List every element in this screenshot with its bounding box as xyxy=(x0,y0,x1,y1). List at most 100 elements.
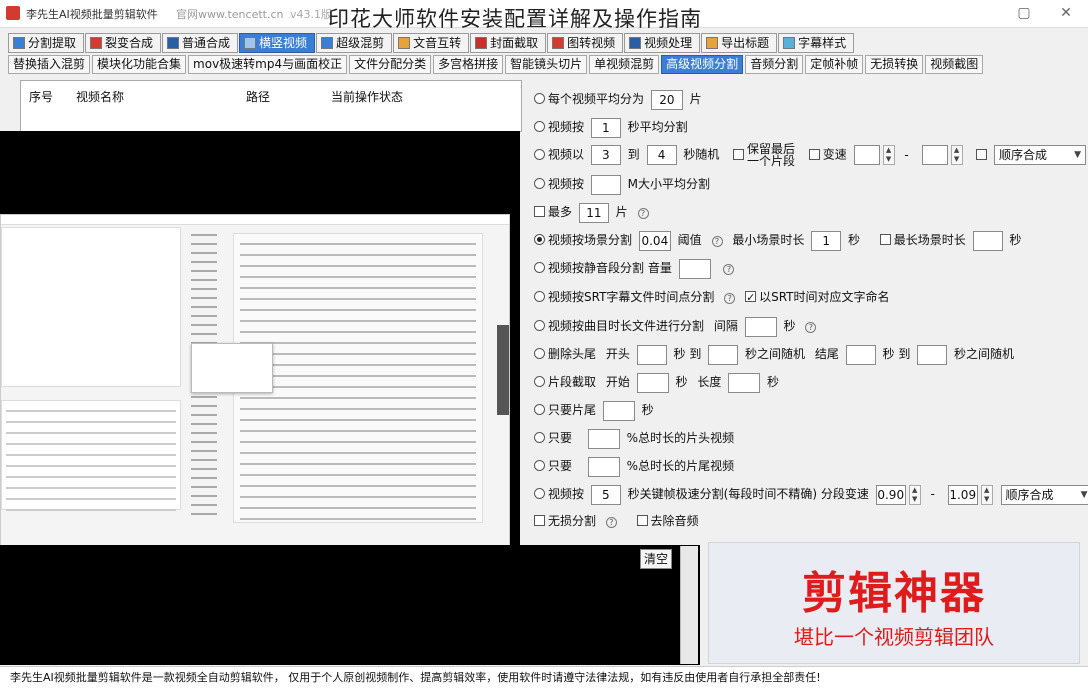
tab-single-mix[interactable]: 单视频混剪 xyxy=(589,55,660,74)
random-max-input[interactable]: 4 xyxy=(646,145,677,165)
tab-split-extract[interactable]: 分割提取 xyxy=(8,33,85,53)
head-max-input[interactable] xyxy=(708,344,739,365)
clip-start-input[interactable] xyxy=(636,372,669,393)
tab-advanced-split[interactable]: 高级视频分割 xyxy=(661,55,744,74)
help-icon[interactable]: ? xyxy=(711,236,723,247)
tail-seconds-input[interactable] xyxy=(602,400,635,421)
radio-scene-split[interactable] xyxy=(534,234,545,245)
radio-keyframe-split[interactable] xyxy=(534,488,545,499)
head-min-input[interactable] xyxy=(636,344,667,365)
size-input[interactable] xyxy=(590,174,621,195)
speed-max-input[interactable] xyxy=(921,145,948,165)
tab-export-title[interactable]: 导出标题 xyxy=(701,33,778,53)
col-path[interactable]: 路径 xyxy=(246,88,270,105)
interval-input[interactable] xyxy=(744,316,777,337)
tab-landscape-portrait[interactable]: 横竖视频 xyxy=(239,33,316,53)
seconds-input[interactable]: 1 xyxy=(590,117,621,138)
speed-min-input[interactable] xyxy=(853,145,880,165)
keep-last-checkbox[interactable] xyxy=(733,148,745,160)
help-icon[interactable]: ? xyxy=(724,293,736,304)
tab-modules[interactable]: 模块化功能合集 xyxy=(92,55,187,74)
tab-grid-splice[interactable]: 多宫格拼接 xyxy=(433,55,504,74)
log-area[interactable] xyxy=(0,545,700,665)
tab-text-audio[interactable]: 文音互转 xyxy=(393,33,470,53)
max-pieces-checkbox[interactable] xyxy=(534,206,545,217)
help-icon[interactable]: ? xyxy=(723,264,735,275)
lossless-checkbox[interactable] xyxy=(534,515,545,526)
radio-tail-percent[interactable] xyxy=(534,460,545,471)
radio-track-split[interactable] xyxy=(534,320,545,331)
tab-file-assign[interactable]: 文件分配分类 xyxy=(349,55,432,74)
row-tail-percent: 只要 %总时长的片尾视频 xyxy=(534,455,734,479)
min-scene-input[interactable]: 1 xyxy=(811,230,842,251)
radio-seconds-split[interactable] xyxy=(534,121,545,132)
tab-fission-merge[interactable]: 裂变合成 xyxy=(85,33,162,53)
promo-banner[interactable]: 剪辑神器 堪比一个视频剪辑团队 xyxy=(708,542,1080,664)
segment-order-select[interactable]: 顺序合成 ▼ xyxy=(1000,484,1088,505)
tail-max-input[interactable] xyxy=(917,344,948,365)
threshold-input[interactable]: 0.04 xyxy=(638,230,671,251)
segment-speed-max-input[interactable]: 1.09 xyxy=(947,484,978,505)
close-icon[interactable]: ✕ xyxy=(1056,4,1076,22)
tail-percent-input[interactable] xyxy=(587,456,620,477)
order-checkbox[interactable] xyxy=(976,148,988,160)
order-select[interactable]: 顺序合成 ▼ xyxy=(994,145,1087,165)
srt-name-checkbox[interactable] xyxy=(745,287,757,309)
video-list[interactable]: 序号 视频名称 路径 当前操作状态 xyxy=(20,80,522,132)
radio-head-percent[interactable] xyxy=(534,432,545,443)
tab-subtitle-style[interactable]: 字幕样式 xyxy=(778,33,855,53)
speed-checkbox[interactable] xyxy=(808,148,820,160)
clip-length-input[interactable] xyxy=(728,372,761,393)
radio-silence-split[interactable] xyxy=(534,262,545,273)
promo-title: 剪辑神器 xyxy=(802,568,986,619)
keyframe-seconds-input[interactable]: 5 xyxy=(590,484,621,505)
segment-speed-max-spinner[interactable]: ▲ ▼ xyxy=(980,484,993,505)
pieces-input[interactable]: 20 xyxy=(650,89,683,110)
random-min-input[interactable]: 3 xyxy=(590,145,621,165)
radio-srt-split[interactable] xyxy=(534,291,545,302)
radio-tail-only[interactable] xyxy=(534,404,545,415)
clear-button[interactable]: 清空 xyxy=(640,549,672,569)
radio-random-split[interactable] xyxy=(534,148,545,160)
radio-clip-capture[interactable] xyxy=(534,376,545,387)
tab-replace-insert[interactable]: 替换插入混剪 xyxy=(8,55,91,74)
help-icon[interactable]: ? xyxy=(805,322,817,333)
max-scene-checkbox[interactable] xyxy=(879,234,891,245)
max-scene-input[interactable] xyxy=(972,230,1003,251)
segment-speed-min-spinner[interactable]: ▲ ▼ xyxy=(908,484,921,505)
tab-cover-capture[interactable]: 封面截取 xyxy=(470,33,547,53)
tab-lossless[interactable]: 无损转换 xyxy=(865,55,924,74)
log-scrollbar[interactable] xyxy=(680,546,698,664)
col-index[interactable]: 序号 xyxy=(29,88,53,105)
tab-image-to-video[interactable]: 图转视频 xyxy=(547,33,624,53)
tab-super-mix[interactable]: 超级混剪 xyxy=(316,33,393,53)
label: 长度 xyxy=(697,375,722,389)
speed-max-spinner[interactable]: ▲ ▼ xyxy=(950,145,963,165)
volume-input[interactable] xyxy=(678,258,711,279)
minimize-icon[interactable]: ▢ xyxy=(1014,4,1034,22)
row-head-percent: 只要 %总时长的片头视频 xyxy=(534,427,734,451)
radio-average-pieces[interactable] xyxy=(534,93,545,104)
max-pieces-input[interactable]: 11 xyxy=(578,202,609,223)
tab-video-process[interactable]: 视频处理 xyxy=(624,33,701,53)
help-icon[interactable]: ? xyxy=(605,517,617,528)
col-status[interactable]: 当前操作状态 xyxy=(331,88,403,105)
embedded-popup xyxy=(191,343,273,393)
tab-smart-slice[interactable]: 智能镜头切片 xyxy=(505,55,588,74)
radio-size-split[interactable] xyxy=(534,178,545,189)
tab-normal-merge[interactable]: 普通合成 xyxy=(162,33,239,53)
remove-audio-checkbox[interactable] xyxy=(636,515,648,526)
tab-mov-convert[interactable]: mov极速转mp4与画面校正 xyxy=(188,55,348,74)
col-name[interactable]: 视频名称 xyxy=(76,88,124,105)
help-icon[interactable]: ? xyxy=(637,208,649,219)
tab-screenshot[interactable]: 视频截图 xyxy=(925,55,984,74)
label: 分段变速 xyxy=(820,487,869,501)
segment-speed-min-input[interactable]: 0.90 xyxy=(875,484,906,505)
tab-frame-fill[interactable]: 定帧补帧 xyxy=(805,55,864,74)
speed-min-spinner[interactable]: ▲ ▼ xyxy=(882,145,895,165)
embedded-scroll-handle xyxy=(497,325,509,415)
head-percent-input[interactable] xyxy=(587,428,620,449)
radio-trim-head-tail[interactable] xyxy=(534,348,545,359)
tail-min-input[interactable] xyxy=(845,344,876,365)
tab-audio-split[interactable]: 音频分割 xyxy=(745,55,804,74)
